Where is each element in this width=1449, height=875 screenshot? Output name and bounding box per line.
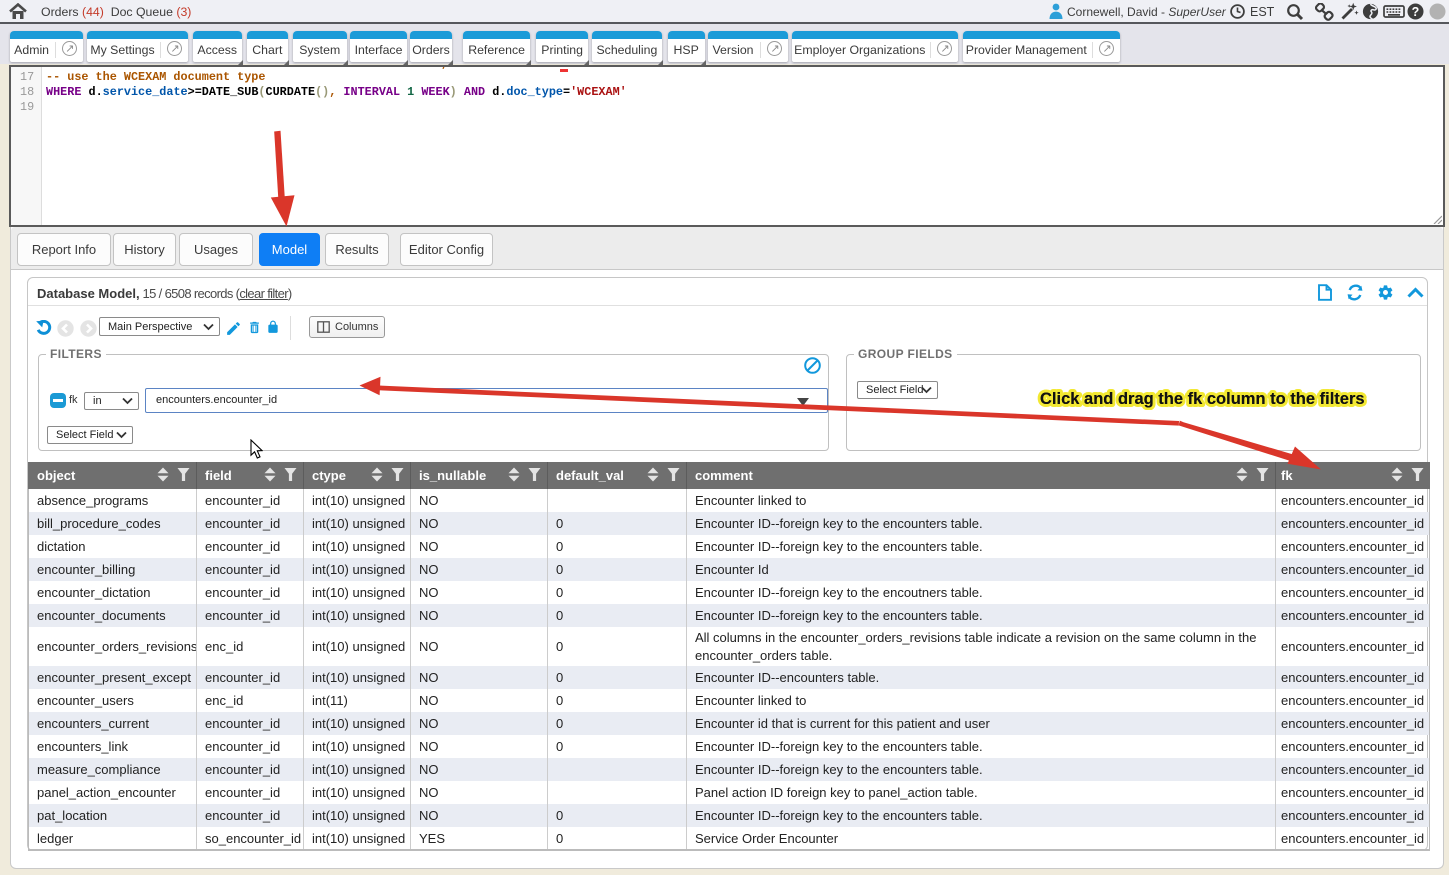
svg-text:Click and drag the fk column t: Click and drag the fk column to the filt… <box>1040 390 1365 408</box>
svg-text:?: ? <box>1412 5 1420 19</box>
